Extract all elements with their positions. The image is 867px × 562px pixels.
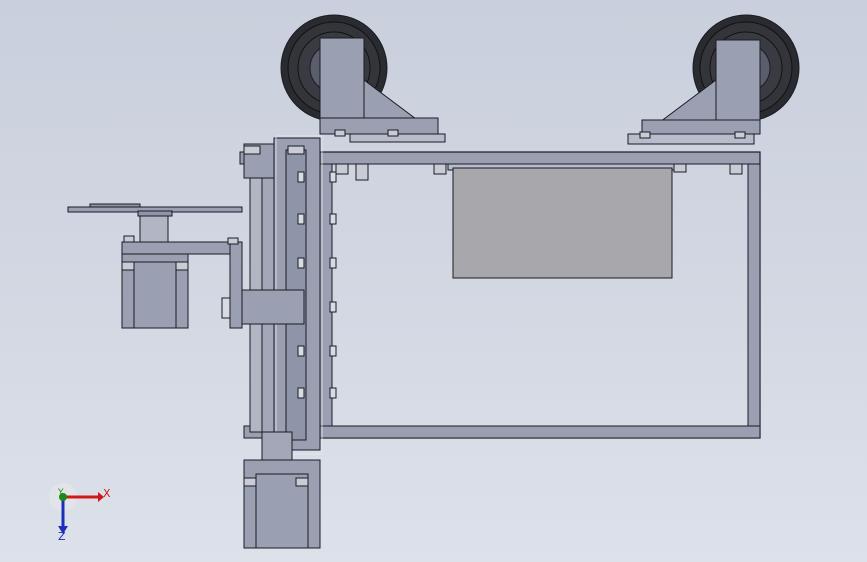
assembly-drawing[interactable] — [0, 0, 867, 562]
x-axis-label: X — [103, 487, 111, 500]
z-axis-label: Z — [58, 530, 66, 543]
cad-viewport[interactable]: X Y Z — [0, 0, 867, 562]
bottom-motor[interactable] — [243, 459, 321, 549]
caster-wheel-right[interactable] — [627, 14, 800, 145]
center-plate[interactable] — [452, 167, 673, 279]
caster-wheel-left[interactable] — [280, 14, 446, 143]
y-axis-label: Y — [58, 488, 64, 498]
turntable-disc[interactable] — [67, 203, 243, 243]
side-motor[interactable] — [121, 253, 189, 329]
